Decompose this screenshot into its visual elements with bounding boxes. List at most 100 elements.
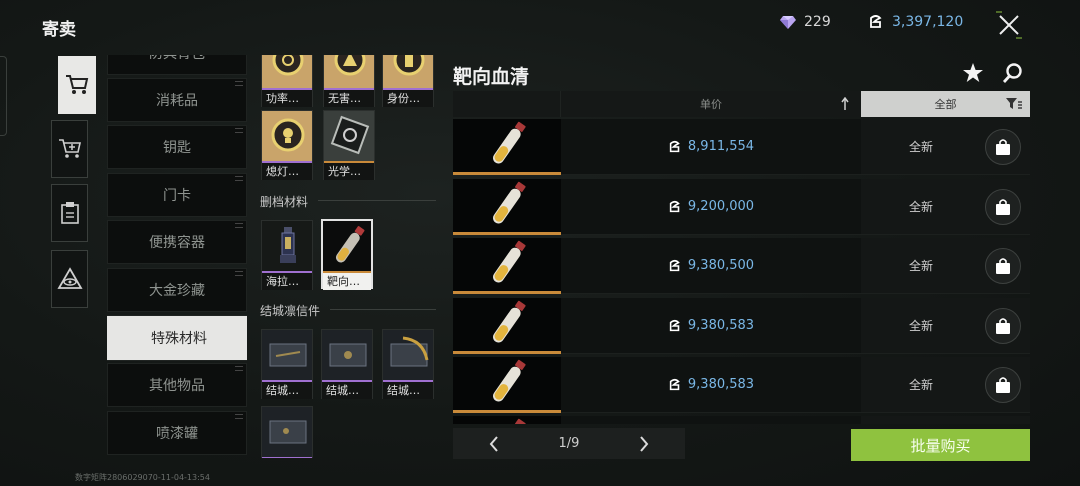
shopping-bag-icon [996, 199, 1010, 215]
table-row[interactable]: 9,380,583 全新 [453, 298, 1030, 354]
category-item[interactable]: 消耗品 [107, 78, 247, 122]
chevron-left-icon [489, 435, 498, 452]
listing-price: 9,380,583 [561, 298, 861, 354]
table-row[interactable]: 9,200,000 全新 [453, 179, 1030, 235]
prev-page-button[interactable] [453, 428, 535, 459]
listing-table: 8,911,554 全新 9,200,000 全新 9,380,500 全新 9… [453, 119, 1030, 424]
next-page-button[interactable] [603, 428, 685, 459]
buy-button[interactable] [985, 308, 1021, 344]
buy-button[interactable] [985, 129, 1021, 165]
rail-records-button[interactable] [51, 184, 88, 242]
close-icon [996, 11, 1022, 39]
shopping-bag-icon [996, 318, 1010, 334]
currency-icon [870, 15, 882, 28]
serum-vial-icon [493, 121, 526, 164]
currency-icon [669, 378, 680, 390]
category-item[interactable]: 其他物品 [107, 363, 247, 407]
item-tile[interactable]: 无害… [323, 55, 375, 107]
item-art [323, 221, 371, 271]
item-thumbnail [453, 357, 561, 413]
item-tile[interactable]: 光学… [323, 110, 375, 180]
item-tile[interactable]: 结城… [261, 329, 313, 399]
listing-price: 9,200,000 [561, 179, 861, 235]
cart-icon [66, 75, 89, 94]
category-item[interactable]: 喷漆罐 [107, 411, 247, 455]
buy-button[interactable] [985, 189, 1021, 225]
item-thumbnail [453, 179, 561, 235]
item-art [322, 330, 372, 380]
page-title: 寄卖 [42, 20, 76, 40]
item-art [262, 330, 312, 380]
currency-icon [669, 140, 680, 152]
table-row[interactable]: 9,380,583 全新 [453, 357, 1030, 413]
coin-balance: 3,397,120 [868, 14, 963, 30]
section-title: 删档材料 [260, 195, 309, 209]
item-tile[interactable]: 结城… [321, 329, 373, 399]
table-row[interactable] [453, 416, 1030, 424]
item-art [262, 407, 312, 457]
item-art [262, 111, 312, 161]
serum-vial-icon [515, 418, 526, 424]
currency-icon [669, 200, 680, 212]
item-tile[interactable]: 功率… [261, 55, 313, 107]
price-column-header[interactable]: 单价 [561, 91, 861, 117]
search-button[interactable] [1002, 62, 1024, 84]
condition-filter-dropdown[interactable]: 全部 [861, 91, 1030, 117]
rail-buy-button[interactable] [51, 120, 88, 178]
item-grid: 功率… 无害… 身份… 熄灯… 光学… 删档材料 海拉… 靶向… 结城凛信件 结… [258, 55, 438, 458]
item-tile[interactable] [261, 406, 313, 458]
item-art [324, 55, 374, 88]
buy-button[interactable] [985, 248, 1021, 284]
star-icon [963, 63, 983, 82]
sort-icon [841, 97, 849, 110]
cart-plus-icon [58, 139, 81, 158]
item-tile[interactable]: 海拉… [261, 220, 313, 290]
serum-vial-icon [493, 181, 526, 224]
item-thumbnail [453, 119, 561, 175]
bulk-buy-button[interactable]: 批量购买 [851, 429, 1030, 461]
triangle-eye-icon [56, 267, 83, 289]
item-tile[interactable]: 身份… [382, 55, 434, 107]
listing-condition-cell: 全新 [861, 238, 1030, 294]
coin-count: 3,397,120 [892, 14, 964, 30]
clipboard-icon [60, 202, 79, 224]
listing-price: 9,380,500 [561, 238, 861, 294]
item-thumbnail [453, 298, 561, 354]
item-art [383, 55, 433, 88]
gem-balance: 229 [780, 14, 831, 30]
listing-condition-cell: 全新 [861, 298, 1030, 354]
favorite-button[interactable] [962, 62, 984, 84]
chevron-right-icon [640, 435, 649, 452]
rail-market-button[interactable] [58, 56, 96, 114]
currency-icon [669, 319, 680, 331]
listing-condition-cell: 全新 [861, 119, 1030, 175]
item-art [383, 330, 433, 380]
listing-condition-cell: 全新 [861, 357, 1030, 413]
item-tile[interactable]: 熄灯… [261, 110, 313, 180]
category-item[interactable]: 防具背包 [107, 55, 247, 75]
filter-icon [1006, 98, 1022, 109]
buy-button[interactable] [985, 367, 1021, 403]
table-header: 单价 全部 [453, 91, 1030, 117]
search-icon [1002, 63, 1022, 83]
item-art [262, 55, 312, 88]
item-art [262, 221, 312, 271]
category-item[interactable]: 便携容器 [107, 220, 247, 264]
close-button[interactable] [990, 6, 1028, 44]
rail-tracking-button[interactable] [51, 250, 88, 308]
category-list: 防具背包 消耗品 钥匙 门卡 便携容器 大金珍藏 特殊材料 其他物品 喷漆罐 [107, 55, 247, 458]
side-drawer-tab[interactable] [0, 56, 7, 136]
category-item[interactable]: 门卡 [107, 173, 247, 217]
category-item-active[interactable]: 特殊材料 [107, 315, 247, 361]
category-item[interactable]: 大金珍藏 [107, 268, 247, 312]
listing-price: 9,380,583 [561, 357, 861, 413]
listing-condition-cell: 全新 [861, 179, 1030, 235]
panel-title: 靶向血清 [453, 66, 530, 88]
table-row[interactable]: 9,380,500 全新 [453, 238, 1030, 294]
category-item[interactable]: 钥匙 [107, 125, 247, 169]
item-art [324, 111, 374, 161]
serum-vial-icon [493, 359, 526, 402]
item-tile[interactable]: 结城… [382, 329, 434, 399]
item-tile-selected[interactable]: 靶向… [321, 219, 373, 290]
table-row[interactable]: 8,911,554 全新 [453, 119, 1030, 175]
